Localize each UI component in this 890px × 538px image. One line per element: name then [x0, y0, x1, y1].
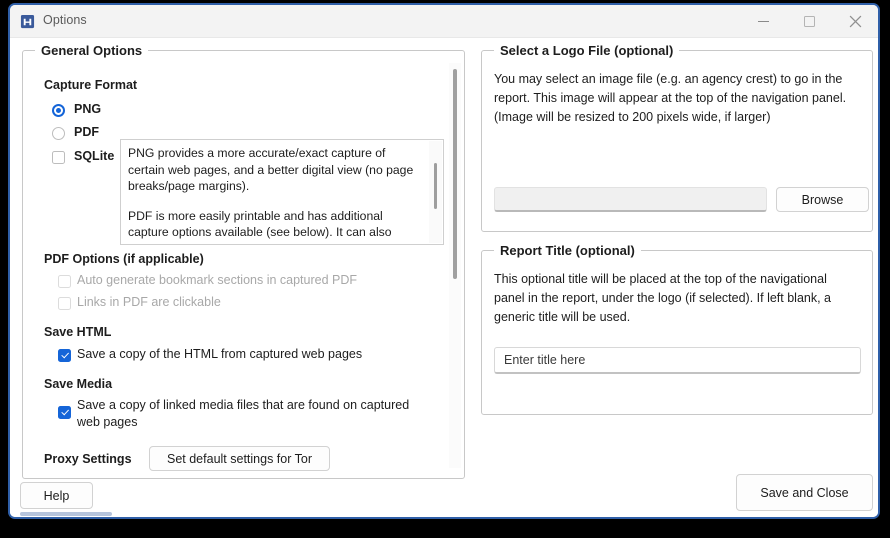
checkbox-save-media-label-line2: web pages [77, 415, 138, 429]
report-title-placeholder: Enter title here [504, 353, 586, 367]
logo-description-line1: You may select an image file (e.g. an ag… [494, 72, 843, 86]
checkbox-sqlite[interactable] [52, 151, 65, 164]
checkbox-links-clickable[interactable] [58, 297, 71, 310]
proxy-settings-heading: Proxy Settings [44, 452, 132, 466]
minimize-icon [757, 20, 769, 22]
general-options-scroll-content: Capture Format PNG PDF SQLite PNG provid… [24, 61, 444, 478]
logo-description-line3: (Image will be resized to 200 pixels wid… [494, 110, 771, 124]
save-media-heading: Save Media [44, 377, 113, 391]
general-options-scroll-viewport: Capture Format PNG PDF SQLite PNG provid… [24, 61, 465, 478]
format-description-pdf: PDF is more easily printable and has add… [128, 208, 392, 245]
report-title-group: Report Title (optional) This optional ti… [481, 243, 873, 415]
format-description-png: PNG provides a more accurate/exact captu… [128, 146, 414, 193]
checkbox-sqlite-label: SQLite [74, 149, 115, 163]
dialog-content: General Options Capture Format PNG PDF S… [10, 38, 878, 517]
title-description-line3: generic title will be used. [494, 310, 631, 324]
checkbox-save-media[interactable] [58, 406, 71, 419]
logo-file-description: You may select an image file (e.g. an ag… [494, 70, 862, 127]
format-description-text: PNG provides a more accurate/exact captu… [128, 145, 416, 245]
help-button[interactable]: Help [20, 482, 93, 509]
checkbox-save-media-label-line1: Save a copy of linked media files that a… [77, 398, 410, 412]
logo-path-input[interactable] [494, 187, 767, 212]
minimize-button[interactable] [740, 5, 786, 37]
radio-pdf-label: PDF [74, 125, 99, 139]
logo-description-line2: report. This image will appear at the to… [494, 91, 847, 105]
save-html-heading: Save HTML [44, 325, 112, 339]
checkbox-auto-bookmarks[interactable] [58, 275, 71, 288]
report-title-legend: Report Title (optional) [494, 243, 641, 258]
capture-format-heading: Capture Format [44, 78, 138, 92]
radio-pdf[interactable] [52, 127, 65, 140]
close-icon [849, 15, 861, 27]
format-description-scroll-thumb[interactable] [434, 163, 437, 209]
checkbox-auto-bookmarks-label: Auto generate bookmark sections in captu… [77, 273, 358, 287]
pdf-options-heading: PDF Options (if applicable) [44, 252, 204, 266]
report-title-description: This optional title will be placed at th… [494, 270, 862, 327]
checkbox-links-clickable-label: Links in PDF are clickable [77, 295, 221, 309]
logo-file-legend: Select a Logo File (optional) [494, 43, 680, 58]
general-options-group: General Options Capture Format PNG PDF S… [22, 43, 465, 479]
close-button[interactable] [832, 5, 878, 37]
format-description-box[interactable]: PNG provides a more accurate/exact captu… [120, 139, 444, 245]
general-options-scrollbar[interactable] [449, 63, 461, 468]
title-description-line1: This optional title will be placed at th… [494, 272, 827, 286]
maximize-button[interactable] [786, 5, 832, 37]
checkbox-save-html-label: Save a copy of the HTML from captured we… [77, 347, 363, 361]
window-horizontal-scroll-thumb[interactable] [20, 512, 112, 516]
save-and-close-button[interactable]: Save and Close [736, 474, 873, 511]
maximize-icon [803, 15, 815, 27]
general-options-legend: General Options [35, 43, 149, 58]
radio-png[interactable] [52, 104, 65, 117]
checkbox-save-html[interactable] [58, 349, 71, 362]
app-icon [20, 14, 35, 29]
general-options-scroll-thumb[interactable] [453, 69, 457, 279]
title-description-line2: panel in the report, under the logo (if … [494, 291, 832, 305]
title-bar: Options [10, 5, 878, 38]
format-description-scrollbar[interactable] [429, 141, 442, 243]
logo-file-group: Select a Logo File (optional) You may se… [481, 43, 873, 232]
set-tor-defaults-button[interactable]: Set default settings for Tor [149, 446, 330, 471]
report-title-input[interactable]: Enter title here [494, 347, 861, 374]
radio-png-label: PNG [74, 102, 102, 116]
options-window: Options General Options Capture Format P… [8, 3, 880, 519]
browse-button[interactable]: Browse [776, 187, 869, 212]
window-title: Options [43, 13, 87, 27]
